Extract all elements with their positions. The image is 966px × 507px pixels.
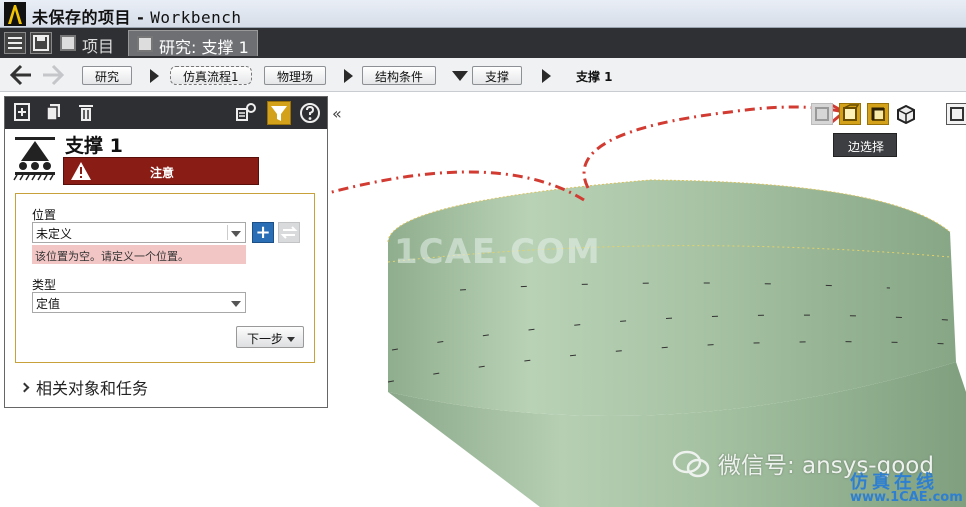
menu-icon[interactable] <box>4 32 26 54</box>
view-cube-icon[interactable] <box>946 103 966 125</box>
tab-study[interactable]: 研究: 支撑 1 <box>128 30 258 57</box>
type-label: 类型 <box>32 278 57 292</box>
add-icon[interactable] <box>13 102 31 122</box>
related-objects-label: 相关对象和任务 <box>36 379 149 398</box>
type-value: 定值 <box>36 297 61 311</box>
breadcrumb-current: 支撑 1 <box>576 70 613 84</box>
filter-icon[interactable] <box>267 101 291 125</box>
edge-select-icon[interactable] <box>867 103 889 125</box>
copy-icon[interactable] <box>45 102 63 122</box>
next-step-button[interactable]: 下一步 <box>236 326 305 348</box>
body-select-icon[interactable] <box>811 103 833 125</box>
location-label: 位置 <box>32 208 57 222</box>
breadcrumb: 研究 仿真流程1 物理场 结构条件 支撑 支撑 1 <box>0 58 966 92</box>
tooltip-edge-select: 边选择 <box>833 133 898 157</box>
window-title: 未保存的项目 - Workbench <box>32 4 242 28</box>
chevron-right-icon <box>150 69 159 83</box>
brand-url: www.1CAE.com <box>850 490 963 505</box>
location-value: 未定义 <box>36 227 73 241</box>
collapse-panel-icon[interactable]: « <box>332 104 342 123</box>
watermark: 1CAE.COM <box>394 232 601 272</box>
wechat-icon <box>672 449 712 479</box>
help-icon[interactable] <box>299 102 321 124</box>
title-separator: - <box>131 8 151 27</box>
panel-title: 支撑 1 <box>65 135 123 157</box>
swap-location-button[interactable] <box>278 222 300 243</box>
breadcrumb-physics[interactable]: 物理场 <box>264 66 327 85</box>
add-location-button[interactable]: + <box>252 222 274 243</box>
chevron-down-icon <box>287 337 296 342</box>
breadcrumb-study[interactable]: 研究 <box>82 66 133 85</box>
vertex-select-icon[interactable] <box>895 103 917 125</box>
tab-bar: 项目 研究: 支撑 1 <box>0 28 966 58</box>
project-tab-icon <box>60 35 76 51</box>
chevron-right-icon <box>344 69 353 83</box>
next-step-label: 下一步 <box>247 332 284 346</box>
trash-icon[interactable] <box>77 102 95 122</box>
study-tab-icon <box>137 36 153 52</box>
support-form: 位置 未定义 + 该位置为空。请定义一个位置。 类型 定值 下一步 <box>15 193 315 363</box>
title-bar: 未保存的项目 - Workbench <box>0 0 966 28</box>
face-select-icon[interactable] <box>839 103 861 125</box>
select-divider <box>227 225 228 240</box>
save-icon[interactable] <box>30 32 52 54</box>
chevron-right-icon <box>19 382 30 393</box>
tab-label: 项目 <box>82 37 115 56</box>
breadcrumb-structural-conditions[interactable]: 结构条件 <box>362 66 437 85</box>
panel-header: 支撑 1 注意 <box>5 129 327 189</box>
chevron-down-icon <box>231 231 241 237</box>
warning-label: 注意 <box>149 166 174 180</box>
breadcrumb-simulation-flow[interactable]: 仿真流程1 <box>170 66 252 85</box>
location-error: 该位置为空。请定义一个位置。 <box>32 245 246 264</box>
ansys-logo-icon <box>4 2 26 26</box>
tab-label: 研究: 支撑 1 <box>159 38 249 57</box>
properties-panel: 支撑 1 注意 位置 未定义 + 该位置为空。请定义一个位置。 类型 定值 下一… <box>4 96 328 408</box>
tab-project[interactable]: 项目 <box>52 30 122 56</box>
back-arrow-icon[interactable] <box>8 62 34 88</box>
app-name: Workbench <box>150 8 242 27</box>
warning-banner: 注意 <box>63 157 259 185</box>
project-name: 未保存的项目 <box>32 8 132 27</box>
breadcrumb-support[interactable]: 支撑 <box>472 66 523 85</box>
type-select[interactable]: 定值 <box>32 292 246 313</box>
fixed-support-icon <box>13 135 57 181</box>
scoping-tool-icon[interactable] <box>235 102 257 122</box>
chevron-down-icon[interactable] <box>452 71 468 81</box>
workbench-window: 未保存的项目 - Workbench 项目 研究: 支撑 1 研究 仿真流程1 <box>0 0 966 507</box>
panel-toolbar <box>5 97 327 129</box>
location-select[interactable]: 未定义 <box>32 222 246 243</box>
chevron-down-icon <box>231 301 241 307</box>
chevron-right-icon <box>542 69 551 83</box>
related-objects-section[interactable]: 相关对象和任务 <box>19 375 149 399</box>
forward-arrow-icon[interactable] <box>40 62 66 88</box>
